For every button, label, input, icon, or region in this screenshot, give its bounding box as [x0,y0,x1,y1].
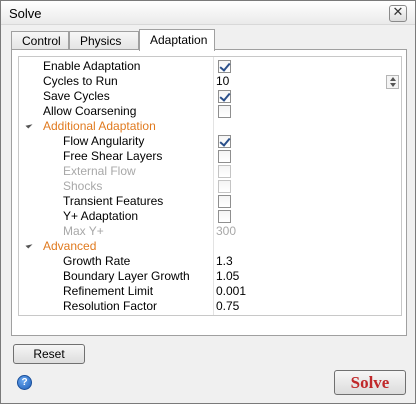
collapse-arrow-icon[interactable] [25,121,33,129]
growth-rate-label: Growth Rate [63,254,131,268]
close-button[interactable]: ✕ [389,5,407,22]
allow-coarsening-label: Allow Coarsening [43,104,137,118]
tab-adaptation-label: Adaptation [150,33,208,47]
collapse-arrow-icon[interactable] [25,241,33,249]
allow-coarsening-checkbox[interactable] [218,105,231,118]
free-shear-layers-checkbox[interactable] [218,150,231,163]
row-flow-angularity: Flow Angularity [19,134,401,149]
row-transient-features: Transient Features [19,194,401,209]
shocks-checkbox [218,180,231,193]
row-y-plus-adaptation: Y+ Adaptation [19,209,401,224]
flow-angularity-checkbox[interactable] [218,135,231,148]
window-title: Solve [9,6,42,21]
tab-physics-label: Physics [80,34,122,48]
y-plus-adaptation-label: Y+ Adaptation [63,209,139,223]
flow-angularity-label: Flow Angularity [63,134,145,148]
close-icon: ✕ [392,5,404,20]
resolution-factor-value[interactable]: 0.75 [216,299,239,314]
row-growth-rate: Growth Rate 1.3 [19,254,401,269]
row-boundary-layer-growth: Boundary Layer Growth 1.05 [19,269,401,284]
resolution-factor-label: Resolution Factor [63,299,158,313]
transient-features-label: Transient Features [63,194,164,208]
y-plus-adaptation-checkbox[interactable] [218,210,231,223]
row-max-y-plus: Max Y+ 300 [19,224,401,239]
reset-button[interactable]: Reset [13,344,85,364]
section-advanced[interactable]: Advanced [19,239,401,254]
row-resolution-factor: Resolution Factor 0.75 [19,299,401,314]
transient-features-checkbox[interactable] [218,195,231,208]
boundary-layer-growth-value[interactable]: 1.05 [216,269,239,284]
adaptation-panel: Enable Adaptation Cycles to Run 10 Save … [11,49,407,336]
solve-button[interactable]: Solve [334,370,406,395]
spin-down-icon[interactable] [390,83,396,87]
help-icon[interactable]: ? [17,375,32,390]
save-cycles-label: Save Cycles [43,89,110,103]
cycles-to-run-label: Cycles to Run [43,74,118,88]
property-grid: Enable Adaptation Cycles to Run 10 Save … [18,56,402,316]
row-cycles-to-run: Cycles to Run 10 [19,74,401,89]
enable-adaptation-checkbox[interactable] [218,60,231,73]
growth-rate-value[interactable]: 1.3 [216,254,233,269]
external-flow-checkbox [218,165,231,178]
shocks-label: Shocks [63,179,103,193]
row-refinement-limit: Refinement Limit 0.001 [19,284,401,299]
max-y-plus-label: Max Y+ [63,224,104,238]
advanced-header: Advanced [43,239,97,253]
row-allow-coarsening: Allow Coarsening [19,104,401,119]
solve-dialog: Solve ✕ Control Physics Adaptation Enabl… [0,0,416,404]
cycles-to-run-spinner[interactable] [386,75,399,89]
row-shocks: Shocks [19,179,401,194]
row-enable-adaptation: Enable Adaptation [19,59,401,74]
spin-up-icon[interactable] [390,77,396,81]
save-cycles-checkbox[interactable] [218,90,231,103]
tab-adaptation[interactable]: Adaptation [139,29,215,51]
refinement-limit-value[interactable]: 0.001 [216,284,246,299]
tab-control-label: Control [22,34,61,48]
enable-adaptation-label: Enable Adaptation [43,59,141,73]
refinement-limit-label: Refinement Limit [63,284,154,298]
max-y-plus-value: 300 [216,224,237,238]
additional-adaptation-header: Additional Adaptation [43,119,156,133]
cycles-to-run-value[interactable]: 10 [216,74,229,89]
row-external-flow: External Flow [19,164,401,179]
row-save-cycles: Save Cycles [19,89,401,104]
row-free-shear-layers: Free Shear Layers [19,149,401,164]
title-bar: Solve ✕ [1,1,415,25]
boundary-layer-growth-label: Boundary Layer Growth [63,269,190,283]
tab-physics[interactable]: Physics [69,31,139,50]
tab-control[interactable]: Control [11,31,69,50]
free-shear-layers-label: Free Shear Layers [63,149,163,163]
section-additional-adaptation[interactable]: Additional Adaptation [19,119,401,134]
external-flow-label: External Flow [63,164,136,178]
